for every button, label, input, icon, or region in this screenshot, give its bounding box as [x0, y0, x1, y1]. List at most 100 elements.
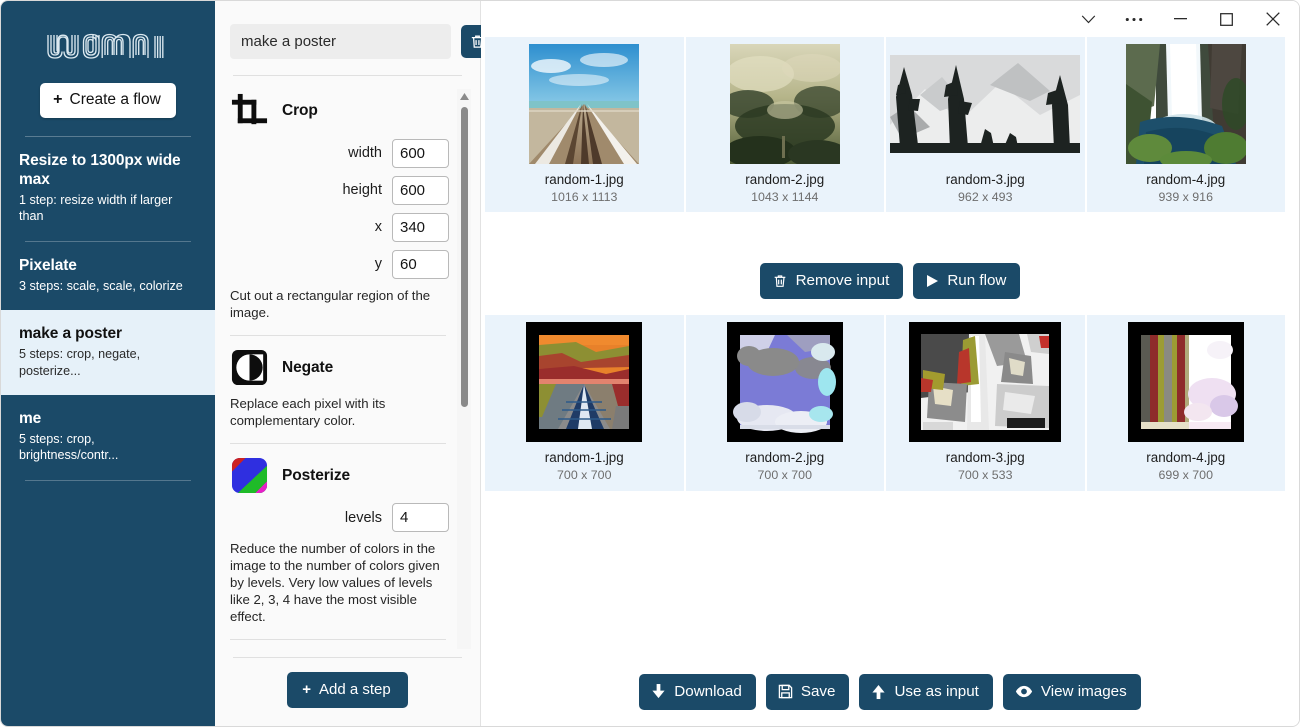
output-image-card[interactable]: random-4.jpg 699 x 700 [1086, 315, 1285, 491]
input-image-card[interactable]: random-1.jpg 1016 x 1113 [485, 37, 684, 213]
upload-arrow-icon [872, 684, 886, 699]
create-flow-button[interactable]: + Create a flow [40, 83, 176, 118]
download-button[interactable]: Download [639, 674, 756, 710]
image-dimensions: 1043 x 1144 [751, 189, 819, 204]
step-header: Negate [230, 348, 450, 387]
input-image-card[interactable]: random-4.jpg 939 x 916 [1086, 37, 1286, 213]
footer-divider [233, 657, 462, 658]
image-name: random-2.jpg [745, 450, 825, 466]
flow-editor-panel: Crop width height x y Cut [215, 1, 494, 726]
image-thumbnail-random-3 [890, 55, 1081, 153]
button-label: View images [1040, 683, 1127, 700]
minimize-button[interactable] [1157, 2, 1203, 36]
flow-steps-summary: 3 steps: scale, scale, colorize [19, 278, 183, 293]
image-dimensions: 699 x 700 [1158, 468, 1213, 483]
step-description: Cut out a rectangular region of the imag… [230, 287, 431, 321]
param-input-y[interactable] [392, 249, 449, 279]
param-label: height [342, 182, 382, 199]
button-label: Use as input [894, 683, 979, 700]
thumbnail-container [686, 44, 885, 164]
button-label: Run flow [947, 272, 1007, 290]
param-input-height[interactable] [392, 175, 449, 205]
maximize-button[interactable] [1203, 2, 1249, 36]
app-logo [1, 27, 215, 73]
save-button[interactable]: Save [765, 674, 850, 710]
scrollbar-thumb[interactable] [461, 107, 468, 407]
scrollbar-track[interactable] [457, 103, 471, 650]
negate-icon [231, 349, 268, 386]
more-options-button[interactable] [1111, 2, 1157, 36]
sidebar-item-me[interactable]: me 5 steps: crop, brightness/contr... [1, 395, 215, 480]
use-as-input-button[interactable]: Use as input [859, 674, 993, 710]
image-name: random-4.jpg [1146, 450, 1226, 466]
flow-title-input[interactable] [230, 24, 451, 59]
steps-scrollbar[interactable] [457, 89, 471, 664]
chevron-up-icon [459, 92, 469, 100]
minimize-icon [1173, 18, 1187, 20]
image-thumbnail-random-4 [1125, 44, 1246, 164]
image-name: random-1.jpg [544, 450, 624, 466]
flow-editor-header [215, 1, 494, 59]
image-dimensions: 1016 x 1113 [551, 189, 618, 204]
step-posterize: Posterize levels Reduce the number of co… [230, 450, 450, 641]
posterize-icon [231, 458, 268, 494]
output-image-card[interactable]: random-3.jpg 700 x 533 [886, 315, 1085, 491]
scroll-up-button[interactable] [457, 89, 471, 103]
step-header: Posterize [230, 456, 450, 495]
step-description: Reduce the number of colors in the image… [230, 541, 440, 625]
output-image-card[interactable]: random-2.jpg 700 x 700 [685, 315, 884, 491]
run-flow-button[interactable]: Run flow [913, 263, 1021, 300]
image-dimensions: 962 x 493 [958, 189, 1013, 204]
main-content: random-1.jpg 1016 x 1113 random-2.jpg 10… [481, 1, 1299, 726]
sidebar-item-make-a-poster[interactable]: make a poster 5 steps: crop, negate, pos… [1, 310, 215, 396]
step-title: Negate [282, 358, 334, 376]
button-label: Remove input [795, 272, 890, 290]
flow-steps-summary: 5 steps: crop, negate, posterize... [19, 347, 141, 378]
close-icon [1266, 12, 1280, 26]
collapse-button[interactable] [1065, 2, 1111, 36]
thumbnail-container [886, 322, 1085, 443]
image-thumbnail-random-1 [529, 44, 640, 164]
close-button[interactable] [1249, 2, 1297, 36]
sidebar-item-pixelate[interactable]: Pixelate 3 steps: scale, scale, colorize [1, 242, 215, 310]
step-description: Replace each pixel with its complementar… [230, 396, 386, 429]
image-dimensions: 700 x 700 [757, 468, 812, 483]
param-input-levels[interactable] [392, 503, 449, 533]
param-input-x[interactable] [392, 212, 449, 242]
image-name: random-3.jpg [945, 172, 1025, 187]
image-thumbnail-output-random-2 [726, 322, 843, 443]
crop-icon [231, 93, 268, 125]
thumbnail-container [1087, 44, 1286, 164]
param-levels: levels [230, 503, 450, 533]
output-actions-toolbar: Download Save Use as input View images [481, 674, 1299, 710]
more-options-icon [1125, 17, 1143, 21]
flow-steps-summary: 5 steps: crop, brightness/contr... [19, 432, 119, 463]
flow-name: Pixelate [19, 256, 77, 274]
image-dimensions: 700 x 533 [958, 468, 1013, 483]
download-arrow-icon [652, 683, 665, 698]
step-crop: Crop width height x y Cut [230, 86, 450, 337]
flow-steps-summary: 1 step: resize width if larger than [19, 193, 173, 224]
step-title: Posterize [282, 466, 351, 484]
input-image-card[interactable]: random-2.jpg 1043 x 1144 [685, 37, 885, 213]
output-image-card[interactable]: random-1.jpg 700 x 700 [485, 315, 684, 491]
add-step-button[interactable]: + Add a step [287, 672, 408, 708]
param-input-width[interactable] [392, 138, 449, 168]
plus-icon: + [53, 91, 63, 108]
thumbnail-container [485, 322, 684, 443]
image-thumbnail-output-random-4 [1127, 322, 1244, 443]
remove-input-button[interactable]: Remove input [759, 263, 904, 300]
image-thumbnail-output-random-3 [909, 322, 1062, 443]
sidebar: + Create a flow Resize to 1300px wide ma… [1, 1, 215, 726]
maximize-icon [1219, 12, 1233, 26]
view-images-button[interactable]: View images [1002, 674, 1141, 710]
param-width: width [230, 138, 450, 168]
image-name: random-3.jpg [945, 450, 1025, 466]
sidebar-item-resize-to-1300px-wide-max[interactable]: Resize to 1300px wide max 1 step: resize… [1, 137, 215, 241]
input-image-card[interactable]: random-3.jpg 962 x 493 [886, 37, 1085, 213]
image-thumbnail-random-2 [729, 44, 840, 164]
image-name: random-1.jpg [544, 172, 624, 187]
output-images-row: random-1.jpg 700 x 700 random-2.jpg 700 … [481, 315, 1299, 491]
steps-list: Crop width height x y Cut [215, 76, 480, 649]
step-negate: Negate Replace each pixel with its compl… [230, 342, 450, 445]
